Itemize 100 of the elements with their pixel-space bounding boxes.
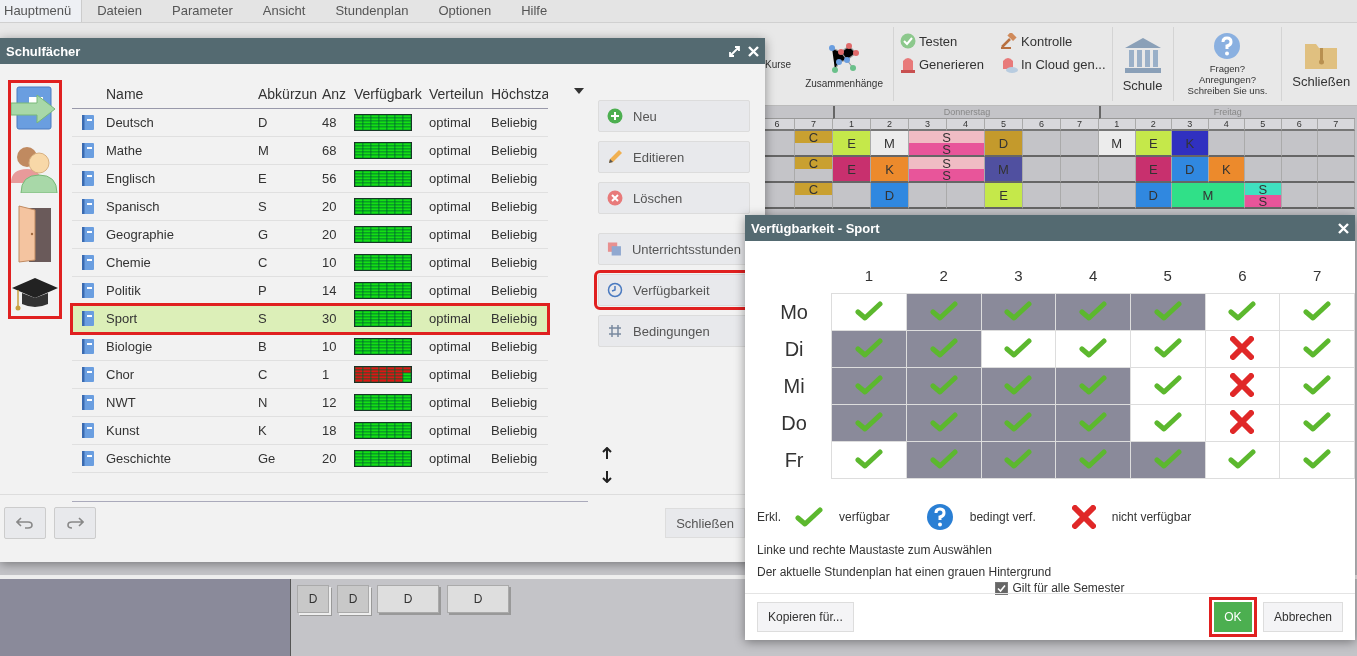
lesson-block[interactable]: C xyxy=(795,157,832,169)
availability-cell[interactable] xyxy=(831,404,907,442)
column-header[interactable]: Verfügbark xyxy=(354,86,429,102)
table-row[interactable]: Sport S 30 optimal Beliebig xyxy=(72,305,548,333)
timetable-cell[interactable] xyxy=(1023,131,1061,157)
menu-tab[interactable]: Optionen xyxy=(423,0,507,22)
column-header[interactable]: Verteilun xyxy=(429,86,491,102)
column-header[interactable]: Abkürzun xyxy=(258,86,322,102)
copy-button[interactable]: Kopieren für... xyxy=(757,602,854,632)
availability-cell[interactable] xyxy=(981,330,1056,368)
move-up-icon[interactable] xyxy=(602,447,612,459)
availability-cell[interactable] xyxy=(1205,367,1280,405)
table-row[interactable]: Chemie C 10 optimal Beliebig xyxy=(72,249,548,277)
ribbon-button[interactable]: Zusammenhänge xyxy=(801,39,887,89)
close-button[interactable]: Schließen xyxy=(665,508,745,538)
timetable-cell[interactable] xyxy=(947,183,985,209)
timetable-cell[interactable] xyxy=(1061,131,1099,157)
lesson-block[interactable]: D xyxy=(1172,157,1208,181)
lesson-block[interactable]: M xyxy=(871,131,908,155)
lesson-block[interactable]: M xyxy=(1099,131,1135,155)
action-button[interactable]: Editieren xyxy=(598,141,750,173)
timetable-cell[interactable] xyxy=(909,183,947,209)
undo-button[interactable] xyxy=(4,507,46,539)
availability-cell[interactable] xyxy=(1279,330,1355,368)
availability-cell[interactable] xyxy=(1279,441,1355,479)
availability-cell[interactable] xyxy=(1055,293,1131,331)
timetable-cell[interactable] xyxy=(1281,157,1318,183)
availability-cell[interactable] xyxy=(831,441,907,479)
action-button[interactable]: Löschen xyxy=(598,182,750,214)
table-row[interactable]: Kunst K 18 optimal Beliebig xyxy=(72,417,548,445)
menu-tab[interactable]: Hauptmenü xyxy=(0,0,83,22)
lesson-card[interactable]: D xyxy=(377,585,439,613)
lesson-card[interactable]: D xyxy=(447,585,509,613)
lesson-block[interactable]: K xyxy=(871,157,908,181)
timetable-cell[interactable] xyxy=(1318,183,1355,209)
timetable-cell[interactable] xyxy=(1061,157,1099,183)
availability-cell[interactable] xyxy=(1055,367,1131,405)
timetable-cell[interactable] xyxy=(1099,183,1136,209)
availability-cell[interactable] xyxy=(1130,367,1206,405)
close-icon[interactable] xyxy=(748,45,759,57)
lesson-block[interactable]: K xyxy=(1208,157,1244,181)
availability-cell[interactable] xyxy=(906,441,982,479)
menu-tab[interactable]: Stundenplan xyxy=(320,0,424,22)
availability-cell[interactable] xyxy=(981,367,1056,405)
availability-cell[interactable] xyxy=(1130,441,1206,479)
availability-cell[interactable] xyxy=(981,404,1056,442)
lesson-block[interactable]: S xyxy=(909,169,984,181)
availability-cell[interactable] xyxy=(906,367,982,405)
timetable-cell[interactable] xyxy=(1208,131,1245,157)
lesson-block[interactable]: C xyxy=(795,131,832,143)
table-row[interactable]: Biologie B 10 optimal Beliebig xyxy=(72,333,548,361)
timetable-cell[interactable] xyxy=(1245,157,1282,183)
lesson-block[interactable]: E xyxy=(1135,131,1171,155)
ribbon-button[interactable]: In Cloud gen... xyxy=(1000,55,1106,73)
lesson-block[interactable]: S xyxy=(909,143,984,155)
redo-button[interactable] xyxy=(54,507,96,539)
availability-cell[interactable] xyxy=(1130,330,1206,368)
cancel-button[interactable]: Abbrechen xyxy=(1262,602,1343,632)
feedback-button[interactable]: Fragen? Anregungen? Schreiben Sie uns. xyxy=(1179,32,1276,96)
table-row[interactable]: NWT N 12 optimal Beliebig xyxy=(72,389,548,417)
lesson-block[interactable]: D xyxy=(985,131,1022,155)
column-header[interactable]: Anz xyxy=(322,86,354,102)
timetable-cell[interactable] xyxy=(1281,131,1318,157)
menu-tab[interactable]: Parameter xyxy=(157,0,248,22)
availability-cell[interactable] xyxy=(1055,404,1131,442)
lesson-block[interactable]: S xyxy=(909,157,984,169)
availability-cell[interactable] xyxy=(831,367,907,405)
timetable-cell[interactable] xyxy=(1318,157,1355,183)
menu-tab[interactable]: Ansicht xyxy=(247,0,321,22)
action-button[interactable]: Neu xyxy=(598,100,750,132)
lesson-card[interactable]: D xyxy=(337,585,369,613)
availability-cell[interactable] xyxy=(1130,293,1206,331)
timetable-cell[interactable] xyxy=(1099,157,1136,183)
availability-cell[interactable] xyxy=(831,330,907,368)
table-row[interactable]: Mathe M 68 optimal Beliebig xyxy=(72,137,548,165)
lesson-block[interactable]: C xyxy=(795,183,832,195)
availability-cell[interactable] xyxy=(906,330,982,368)
availability-cell[interactable] xyxy=(1055,330,1131,368)
table-row[interactable]: Deutsch D 48 optimal Beliebig xyxy=(72,109,548,137)
table-row[interactable]: Englisch E 56 optimal Beliebig xyxy=(72,165,548,193)
menu-tab[interactable]: Hilfe xyxy=(506,0,563,22)
availability-cell[interactable] xyxy=(1055,441,1131,479)
availability-cell[interactable] xyxy=(1279,367,1355,405)
ribbon-button[interactable]: Kontrolle xyxy=(1000,33,1106,49)
caret-icon[interactable] xyxy=(574,88,584,94)
ribbon-button[interactable]: Testen xyxy=(899,33,984,49)
table-row[interactable]: Geographie G 20 optimal Beliebig xyxy=(72,221,548,249)
lesson-block[interactable]: S xyxy=(1245,183,1281,195)
availability-cell[interactable] xyxy=(906,404,982,442)
lesson-block[interactable]: E xyxy=(833,131,870,155)
timetable-cell[interactable] xyxy=(1245,131,1282,157)
availability-cell[interactable] xyxy=(981,441,1056,479)
lesson-block[interactable]: M xyxy=(1172,183,1244,207)
lesson-block[interactable]: E xyxy=(985,183,1022,207)
availability-cell[interactable] xyxy=(906,293,982,331)
ribbon-button[interactable]: Schule xyxy=(1118,35,1167,93)
availability-cell[interactable] xyxy=(831,293,907,331)
availability-cell[interactable] xyxy=(1279,293,1355,331)
table-row[interactable]: Spanisch S 20 optimal Beliebig xyxy=(72,193,548,221)
column-header[interactable]: Name xyxy=(106,86,258,102)
